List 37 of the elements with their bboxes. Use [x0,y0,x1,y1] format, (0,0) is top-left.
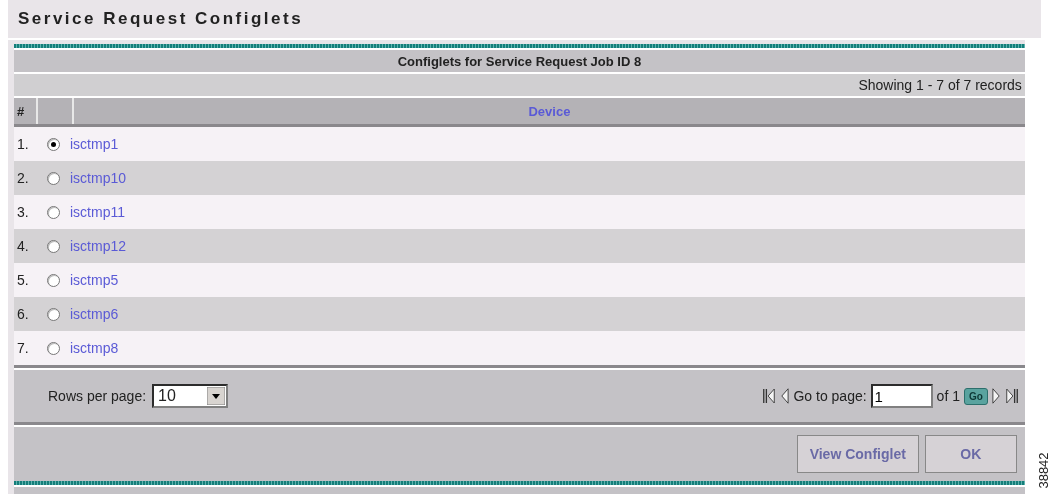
go-button[interactable]: Go [963,387,988,405]
rows-per-page-label: Rows per page: [48,388,147,404]
table-title: Configlets for Service Request Job ID 8 [397,53,642,69]
row-number: 7. [16,340,30,356]
action-button[interactable]: OK [924,435,1017,473]
radio-button[interactable] [46,273,60,287]
row-number: 3. [16,204,30,220]
device-link[interactable]: isctmp1 [70,136,119,152]
device-link[interactable]: isctmp12 [70,238,127,254]
device-link[interactable]: isctmp11 [70,204,125,220]
radio-button[interactable] [46,307,60,321]
page-total: of 1 [936,388,960,404]
figure-number: 38842 [1035,452,1051,489]
radio-button[interactable] [46,171,60,185]
column-header: Device [527,102,572,121]
page-field[interactable]: 1 [870,384,933,408]
page-title: Service Request Configlets [18,9,304,29]
go-to-page-label: Go to page: [793,388,867,404]
device-link[interactable]: isctmp10 [70,170,127,186]
radio-button[interactable] [46,341,60,355]
row-number: 2. [16,170,30,186]
action-button[interactable]: View Configlet [796,435,919,473]
last-page-icon[interactable] [1004,386,1019,406]
device-link[interactable]: isctmp6 [70,306,119,322]
row-number: 1. [16,136,30,152]
row-number: 4. [16,238,30,254]
dropdown-arrow-icon [207,387,226,405]
device-link[interactable]: isctmp8 [70,340,119,356]
next-page-icon[interactable] [991,386,1001,406]
device-link[interactable]: isctmp5 [70,272,119,288]
column-header: # [14,98,38,124]
row-number: 6. [16,306,30,322]
record-count: Showing 1 - 7 of 7 records [858,77,1022,93]
first-page-icon[interactable] [762,386,777,406]
rows-per-page-select[interactable]: 10 [152,384,229,408]
previous-page-icon[interactable] [780,386,790,406]
row-number: 5. [16,272,30,288]
